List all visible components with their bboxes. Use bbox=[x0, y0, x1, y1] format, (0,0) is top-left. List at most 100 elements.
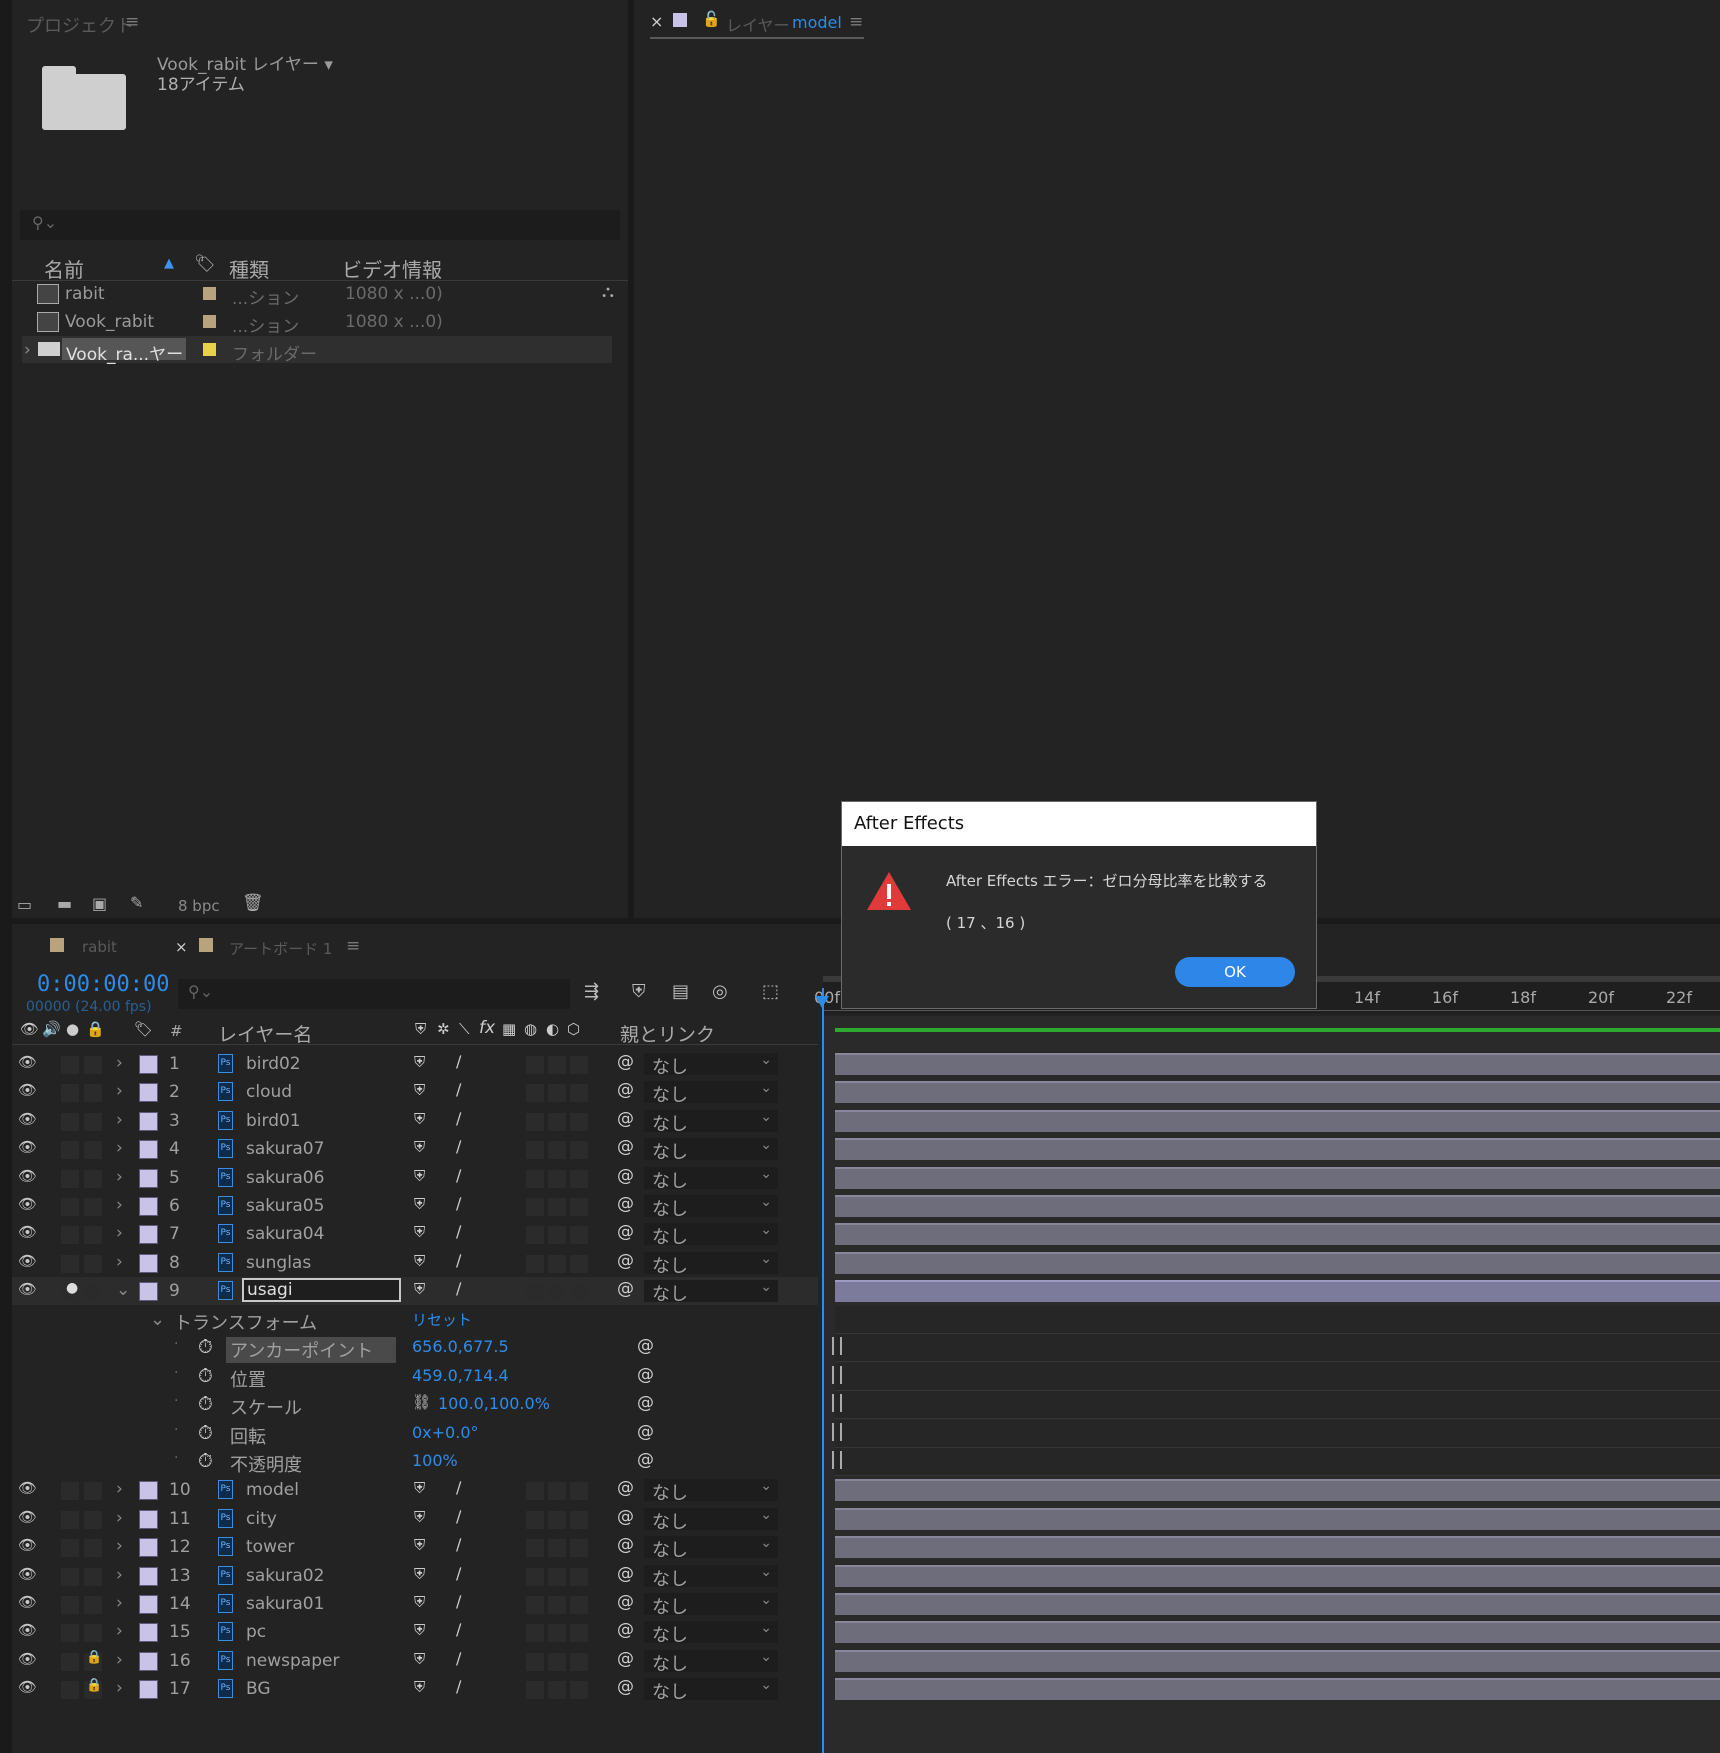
expand-chevron-icon[interactable]: › bbox=[116, 1167, 123, 1187]
current-time[interactable]: 0:00:00:00 bbox=[37, 972, 169, 997]
parent-dropdown[interactable]: なし ⌄ bbox=[644, 1478, 778, 1504]
visibility-eye-icon[interactable]: 👁 bbox=[18, 1167, 37, 1185]
solo-switch[interactable] bbox=[61, 1226, 79, 1244]
solo-switch[interactable] bbox=[61, 1170, 79, 1188]
quality-switch-icon[interactable]: ∕ bbox=[456, 1166, 461, 1185]
new-composition-icon[interactable]: ▣ bbox=[92, 894, 107, 913]
quality-switch-icon[interactable]: ∕ bbox=[456, 1194, 461, 1213]
project-row[interactable]: Vook_rabit ...ション 1080 x ...0) bbox=[22, 308, 612, 337]
playhead[interactable] bbox=[822, 988, 824, 1753]
collapse-chevron-icon[interactable]: ⌄ bbox=[116, 1280, 130, 1300]
expand-chevron-icon[interactable]: › bbox=[116, 1593, 123, 1613]
comp-flowchart-icon[interactable]: ⇶ bbox=[584, 981, 599, 1002]
visibility-eye-icon[interactable]: 👁 bbox=[18, 1678, 37, 1696]
quality-switch-icon[interactable]: ∕ bbox=[456, 1507, 461, 1526]
dialog-titlebar[interactable]: After Effects bbox=[842, 802, 1316, 846]
solo-switch[interactable] bbox=[61, 1653, 79, 1671]
close-icon[interactable]: × bbox=[175, 938, 188, 956]
visibility-eye-icon[interactable]: 👁 bbox=[18, 1138, 37, 1156]
visibility-eye-icon[interactable]: 👁 bbox=[18, 1252, 37, 1270]
visibility-eye-icon[interactable]: 👁 bbox=[18, 1053, 37, 1071]
layer-label-swatch[interactable] bbox=[139, 1680, 158, 1699]
pick-whip-icon[interactable]: @ bbox=[617, 1507, 634, 1527]
layer-label-swatch[interactable] bbox=[139, 1055, 158, 1074]
switch-box[interactable] bbox=[526, 1084, 544, 1102]
pick-whip-icon[interactable]: @ bbox=[617, 1535, 634, 1555]
collapse-chevron-icon[interactable]: ⌄ bbox=[150, 1309, 165, 1330]
parent-dropdown[interactable]: なし ⌄ bbox=[644, 1222, 778, 1248]
lock-icon[interactable]: 🔓 bbox=[702, 10, 721, 28]
parent-dropdown[interactable]: なし ⌄ bbox=[644, 1677, 778, 1703]
parent-dropdown[interactable]: なし ⌄ bbox=[644, 1564, 778, 1590]
solo-switch[interactable] bbox=[61, 1198, 79, 1216]
expression-pick-whip-icon[interactable]: @ bbox=[637, 1336, 654, 1356]
switch-box[interactable] bbox=[570, 1255, 588, 1273]
layer-duration-bar[interactable] bbox=[835, 1110, 1720, 1132]
visibility-eye-icon[interactable]: 👁 bbox=[18, 1081, 37, 1099]
lock-switch[interactable] bbox=[84, 1482, 102, 1500]
transform-reset-link[interactable]: リセット bbox=[412, 1309, 472, 1330]
expand-chevron-icon[interactable]: › bbox=[116, 1053, 123, 1073]
video-toggle-icon[interactable]: 👁 bbox=[20, 1020, 39, 1038]
quality-switch-icon[interactable]: ∕ bbox=[456, 1080, 461, 1099]
property-value[interactable]: 100.0,100.0% bbox=[438, 1394, 550, 1413]
layer-row[interactable]: 👁 › 1 Ps bird02 ⛨ ∕ @ なし ⌄ bbox=[12, 1050, 818, 1078]
pick-whip-icon[interactable]: @ bbox=[617, 1251, 634, 1271]
keyframe-icon[interactable] bbox=[832, 1337, 842, 1355]
pick-whip-icon[interactable]: @ bbox=[617, 1279, 634, 1299]
pick-whip-icon[interactable]: @ bbox=[617, 1649, 634, 1669]
switch-box[interactable] bbox=[570, 1511, 588, 1529]
property-value[interactable]: 459.0,714.4 bbox=[412, 1366, 509, 1385]
layer-row[interactable]: 👁 › 7 Ps sakura04 ⛨ ∕ @ なし ⌄ bbox=[12, 1220, 818, 1248]
lock-switch[interactable] bbox=[84, 1283, 102, 1301]
switch-box[interactable] bbox=[570, 1482, 588, 1500]
property-value[interactable]: 100% bbox=[412, 1451, 458, 1470]
switch-box[interactable] bbox=[570, 1141, 588, 1159]
quality-switch-icon[interactable]: ∕ bbox=[456, 1620, 461, 1639]
visibility-eye-icon[interactable]: 👁 bbox=[18, 1223, 37, 1241]
expand-chevron-icon[interactable]: › bbox=[116, 1650, 123, 1670]
expression-pick-whip-icon[interactable]: @ bbox=[637, 1450, 654, 1470]
quality-switch-icon[interactable]: ∕ bbox=[456, 1592, 461, 1611]
transform-property-row[interactable]: · ⏱ 回転 0x+0.0° @ bbox=[12, 1420, 818, 1448]
solo-switch[interactable] bbox=[61, 1056, 79, 1074]
layer-duration-bar[interactable] bbox=[835, 1223, 1720, 1245]
switch-box[interactable] bbox=[570, 1539, 588, 1557]
layer-row[interactable]: 👁 › 4 Ps sakura07 ⛨ ∕ @ なし ⌄ bbox=[12, 1135, 818, 1163]
frame-blending-icon[interactable]: ▤ bbox=[672, 981, 689, 1002]
layer-name[interactable]: sakura05 bbox=[246, 1196, 324, 1216]
label-color-swatch[interactable] bbox=[203, 343, 216, 356]
switch-box[interactable] bbox=[548, 1511, 566, 1529]
parent-dropdown[interactable]: なし ⌄ bbox=[644, 1507, 778, 1533]
sort-ascending-icon[interactable]: ▲ bbox=[164, 256, 174, 271]
expand-chevron-icon[interactable]: › bbox=[116, 1252, 123, 1272]
stopwatch-icon[interactable]: ⏱ bbox=[198, 1365, 213, 1387]
parent-dropdown[interactable]: なし ⌄ bbox=[644, 1137, 778, 1163]
solo-switch[interactable] bbox=[61, 1596, 79, 1614]
switch-box[interactable] bbox=[526, 1568, 544, 1586]
quality-switch-icon[interactable]: ∕ bbox=[456, 1222, 461, 1241]
transform-group[interactable]: ⌄ トランスフォーム リセット bbox=[12, 1306, 818, 1334]
switch-box[interactable] bbox=[548, 1198, 566, 1216]
timeline-menu-icon[interactable]: ≡ bbox=[346, 936, 360, 956]
visibility-eye-icon[interactable]: 👁 bbox=[18, 1593, 37, 1611]
shy-switch-icon[interactable]: ⛨ bbox=[414, 1650, 425, 1668]
lock-switch[interactable] bbox=[84, 1596, 102, 1614]
pick-whip-icon[interactable]: @ bbox=[617, 1080, 634, 1100]
switch-box[interactable] bbox=[570, 1596, 588, 1614]
switch-box[interactable] bbox=[548, 1653, 566, 1671]
column-parent-link[interactable]: 親とリンク bbox=[620, 1020, 715, 1047]
parent-dropdown[interactable]: なし ⌄ bbox=[644, 1649, 778, 1675]
shy-switch-icon[interactable]: ⛨ bbox=[414, 1081, 425, 1099]
project-row[interactable]: rabit ...ション 1080 x ...0) bbox=[22, 280, 612, 309]
layer-name[interactable]: BG bbox=[246, 1679, 271, 1699]
lock-switch[interactable] bbox=[84, 1198, 102, 1216]
layer-name[interactable]: sakura07 bbox=[246, 1139, 324, 1159]
switch-box[interactable] bbox=[526, 1170, 544, 1188]
layer-label-swatch[interactable] bbox=[139, 1254, 158, 1273]
flowchart-icon[interactable]: ⛬ bbox=[602, 282, 614, 302]
switch-box[interactable] bbox=[548, 1681, 566, 1699]
switch-box[interactable] bbox=[570, 1568, 588, 1586]
lock-switch[interactable] bbox=[84, 1084, 102, 1102]
solo-switch[interactable] bbox=[61, 1539, 79, 1557]
